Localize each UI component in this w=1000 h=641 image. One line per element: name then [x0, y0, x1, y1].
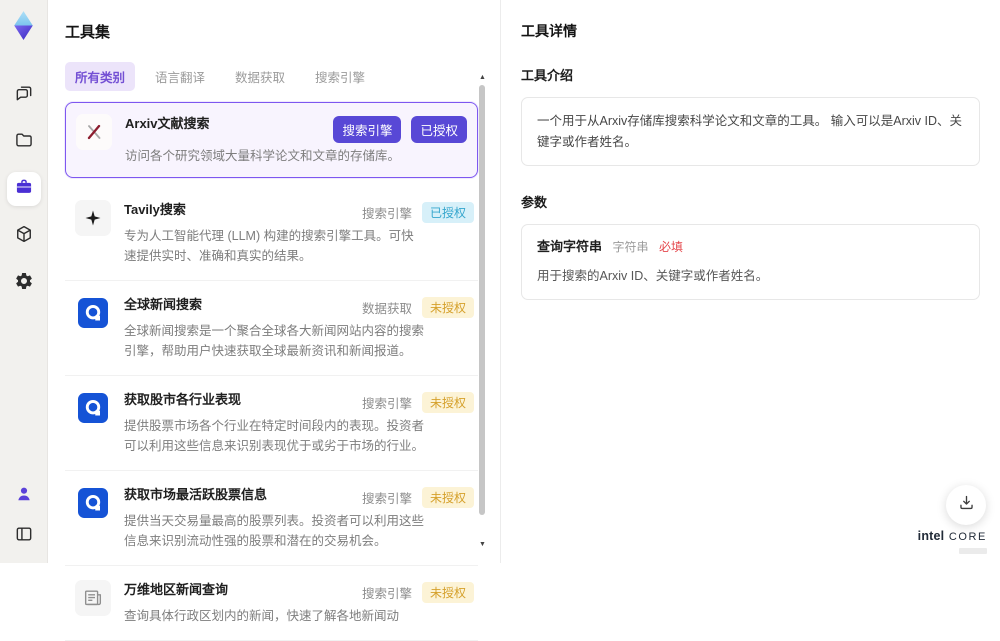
news-service-logo-icon [75, 295, 111, 331]
tab-language-translation[interactable]: 语言翻译 [145, 62, 215, 91]
briefcase-icon [14, 177, 34, 202]
tool-meta: 数据获取 未授权 [362, 295, 474, 318]
core-brand-text: CORE [948, 531, 987, 544]
tool-category-label: 搜索引擎 [361, 587, 412, 601]
sidebar-bottom [7, 479, 41, 553]
sidebar-item-files[interactable] [7, 125, 41, 159]
category-tabs: 所有类别 语言翻译 数据获取 搜索引擎 [65, 62, 476, 91]
tool-description: 全球新闻搜索是一个聚合全球各大新闻网站内容的搜索引擎，帮助用户快速获取全球最新资… [124, 324, 425, 358]
tool-meta: 搜索引擎 未授权 [362, 580, 474, 603]
tool-category-label: 数据获取 [361, 302, 412, 316]
user-avatar-icon [14, 484, 34, 509]
sidebar-item-settings[interactable] [7, 266, 41, 300]
tool-meta: 搜索引擎 未授权 [362, 485, 474, 508]
tool-auth-badge: 已授权 [411, 116, 467, 143]
folder-icon [14, 130, 34, 155]
tool-card-arxiv[interactable]: Arxiv文献搜索 搜索引擎 已授权 访问各个研究领域大量科学论文和文章的存储库… [65, 102, 478, 178]
tool-title: Tavily搜索 [124, 202, 186, 217]
tool-list: Arxiv文献搜索 搜索引擎 已授权 访问各个研究领域大量科学论文和文章的存储库… [65, 102, 478, 641]
sidebar-item-tools[interactable] [6, 172, 41, 206]
scroll-up-arrow[interactable]: ▲ [478, 74, 487, 82]
panel-layout-icon [14, 524, 34, 549]
arxiv-logo-icon [76, 114, 112, 150]
scroll-down-arrow[interactable]: ▼ [478, 541, 487, 549]
tool-description: 提供当天交易量最高的股票列表。投资者可以利用这些信息来识别流动性强的股票和潜在的… [124, 514, 425, 548]
tool-card-regional-news[interactable]: 万维地区新闻查询 搜索引擎 未授权 查询具体行政区划内的新闻，快速了解各地新闻动 [65, 566, 478, 641]
intel-logo-subtext [959, 548, 987, 554]
app-window: 工具集 所有类别 语言翻译 数据获取 搜索引擎 Arxiv文献搜索 搜索引擎 已… [0, 0, 1000, 641]
sidebar [0, 0, 48, 563]
download-icon [957, 493, 976, 517]
tool-intro-box: 一个用于从Arxiv存储库搜索科学论文和文章的工具。 输入可以是Arxiv ID… [521, 97, 980, 167]
tool-card-body: Tavily搜索 搜索引擎 已授权 专为人工智能代理 (LLM) 构建的搜索引擎… [124, 200, 474, 266]
detail-panel-title: 工具详情 [521, 23, 577, 39]
tab-search-engine[interactable]: 搜索引擎 [305, 62, 375, 91]
tool-auth-badge: 未授权 [421, 392, 474, 413]
app-logo-icon [7, 9, 40, 42]
params-section-heading: 参数 [521, 195, 548, 211]
param-header: 查询字符串 字符串 必填 [537, 238, 964, 257]
intel-brand-text: intel [917, 529, 945, 544]
chat-icon [14, 83, 34, 108]
tool-card-body: 获取市场最活跃股票信息 搜索引擎 未授权 提供当天交易量最高的股票列表。投资者可… [124, 485, 474, 551]
tool-auth-badge: 未授权 [421, 582, 474, 603]
tool-auth-badge: 已授权 [421, 202, 474, 223]
tool-card-sector-performance[interactable]: 获取股市各行业表现 搜索引擎 未授权 提供股票市场各个行业在特定时间段内的表现。… [65, 376, 478, 471]
tool-auth-badge: 未授权 [421, 297, 474, 318]
tool-card-body: Arxiv文献搜索 搜索引擎 已授权 访问各个研究领域大量科学论文和文章的存储库… [125, 114, 467, 166]
page-title: 工具集 [65, 24, 111, 41]
tool-title: Arxiv文献搜索 [125, 116, 210, 131]
tool-card-body: 万维地区新闻查询 搜索引擎 未授权 查询具体行政区划内的新闻，快速了解各地新闻动 [124, 580, 474, 626]
tool-card-tavily[interactable]: Tavily搜索 搜索引擎 已授权 专为人工智能代理 (LLM) 构建的搜索引擎… [65, 186, 478, 281]
tool-meta: 搜索引擎 已授权 [333, 114, 467, 143]
news-service-logo-icon [75, 390, 111, 426]
download-button[interactable] [946, 485, 986, 525]
intro-section-heading: 工具介绍 [521, 68, 574, 83]
tool-auth-badge: 未授权 [421, 487, 474, 508]
tool-meta: 搜索引擎 已授权 [362, 200, 474, 223]
main-content: 工具集 所有类别 语言翻译 数据获取 搜索引擎 Arxiv文献搜索 搜索引擎 已… [48, 0, 1000, 641]
sidebar-item-user[interactable] [7, 479, 41, 513]
gear-icon [14, 271, 34, 296]
tool-description: 专为人工智能代理 (LLM) 构建的搜索引擎工具。可快速提供实时、准确和真实的结… [124, 229, 414, 263]
tool-category-label: 搜索引擎 [361, 492, 412, 506]
cube-icon [14, 224, 34, 249]
tool-card-body: 获取股市各行业表现 搜索引擎 未授权 提供股票市场各个行业在特定时间段内的表现。… [124, 390, 474, 456]
tab-data-fetch[interactable]: 数据获取 [225, 62, 295, 91]
tool-title: 全球新闻搜索 [124, 297, 203, 312]
param-description: 用于搜索的Arxiv ID、关键字或作者姓名。 [537, 268, 769, 283]
sidebar-item-models[interactable] [7, 219, 41, 253]
tool-details-panel: 工具详情 工具介绍 一个用于从Arxiv存储库搜索科学论文和文章的工具。 输入可… [500, 0, 1000, 563]
tab-all-categories[interactable]: 所有类别 [65, 62, 136, 91]
tool-card-active-stocks[interactable]: 获取市场最活跃股票信息 搜索引擎 未授权 提供当天交易量最高的股票列表。投资者可… [65, 471, 478, 566]
scrollbar-thumb[interactable] [479, 85, 485, 515]
tool-title: 获取股市各行业表现 [124, 392, 242, 407]
param-required-flag: 必填 [659, 240, 684, 255]
tool-description: 访问各个研究领域大量科学论文和文章的存储库。 [125, 149, 401, 163]
newspaper-icon [75, 580, 111, 616]
tool-title: 获取市场最活跃股票信息 [124, 487, 268, 502]
tool-description: 提供股票市场各个行业在特定时间段内的表现。投资者可以利用这些信息来识别表现优于或… [124, 419, 425, 453]
tool-category-label: 搜索引擎 [361, 397, 412, 411]
tool-category-badge: 搜索引擎 [333, 116, 402, 143]
intel-core-logo: intel CORE [918, 527, 987, 554]
toolset-panel: 工具集 所有类别 语言翻译 数据获取 搜索引擎 Arxiv文献搜索 搜索引擎 已… [48, 0, 500, 641]
news-service-logo-icon [75, 485, 111, 521]
tool-card-body: 全球新闻搜索 数据获取 未授权 全球新闻搜索是一个聚合全球各大新闻网站内容的搜索… [124, 295, 474, 361]
tool-description: 查询具体行政区划内的新闻，快速了解各地新闻动 [124, 609, 400, 623]
tool-card-global-news[interactable]: 全球新闻搜索 数据获取 未授权 全球新闻搜索是一个聚合全球各大新闻网站内容的搜索… [65, 281, 478, 376]
tavily-star-icon [75, 200, 111, 236]
param-name: 查询字符串 [537, 239, 603, 255]
sidebar-item-chat[interactable] [7, 78, 41, 112]
tool-list-scrollbar[interactable]: ▲ ▼ [478, 72, 487, 563]
sidebar-item-collapse-panel[interactable] [7, 519, 41, 553]
param-box: 查询字符串 字符串 必填 用于搜索的Arxiv ID、关键字或作者姓名。 [521, 224, 980, 301]
tool-meta: 搜索引擎 未授权 [362, 390, 474, 413]
param-type: 字符串 [612, 240, 649, 255]
tool-intro-text: 一个用于从Arxiv存储库搜索科学论文和文章的工具。 输入可以是Arxiv ID… [537, 114, 963, 149]
tool-title: 万维地区新闻查询 [124, 582, 229, 597]
tool-category-label: 搜索引擎 [361, 207, 412, 221]
